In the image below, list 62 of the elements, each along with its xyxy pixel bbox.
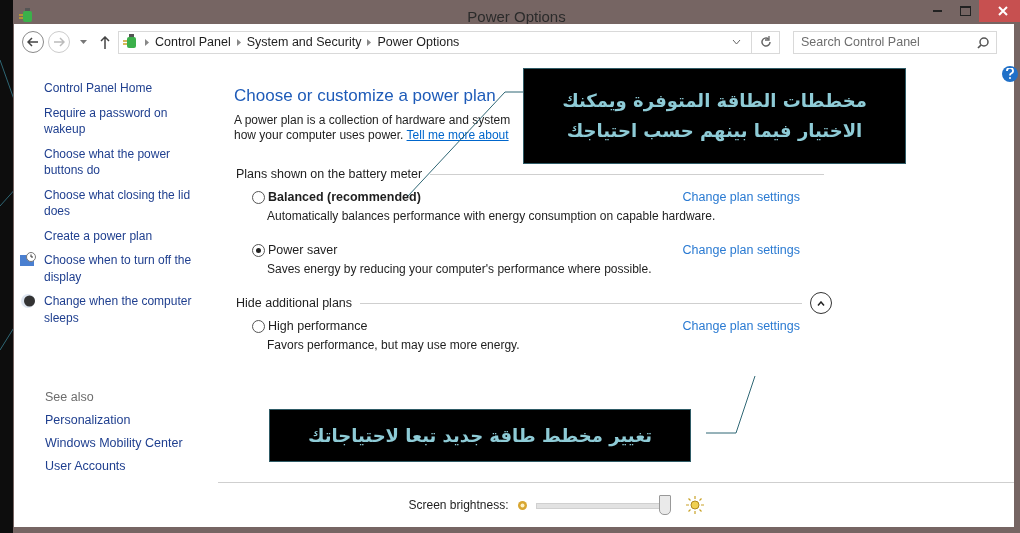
slider-thumb[interactable] (658, 495, 671, 515)
maximize-icon (959, 6, 971, 16)
arrow-left-icon (27, 37, 39, 47)
radio-button[interactable] (252, 319, 265, 333)
search-field[interactable]: Search Control Panel (793, 30, 997, 54)
sidebar-link[interactable]: Change when the computer sleeps (18, 293, 210, 326)
change-plan-settings-link[interactable]: Change plan settings (682, 190, 800, 204)
sidebar-link[interactable]: Require a password on wakeup (18, 104, 210, 138)
minimize-icon (932, 10, 942, 12)
sidebar-link[interactable]: Create a power plan (18, 227, 210, 244)
dim-sun-icon (516, 499, 528, 511)
battery-plug-icon (19, 8, 35, 24)
battery-plug-icon (123, 34, 139, 50)
sidebar-link[interactable]: Choose what closing the lid does (18, 186, 210, 220)
change-plan-settings-link[interactable]: Change plan settings (682, 319, 800, 333)
sidebar-link[interactable]: Choose what the power buttons do (18, 145, 210, 179)
breadcrumb[interactable]: System and Security (246, 35, 362, 49)
refresh-icon (759, 36, 772, 48)
close-icon (997, 6, 1008, 16)
plan-description: Saves energy by reducing your computer's performance where possible. (267, 262, 653, 276)
chevron-up-icon (817, 300, 825, 306)
section-title: Plans shown on the battery meter (236, 167, 423, 181)
bright-sun-icon (685, 496, 704, 514)
see-also-heading: See also (45, 390, 95, 404)
back-button[interactable] (22, 31, 44, 53)
caret-down-icon (79, 40, 87, 44)
close-button[interactable] (979, 0, 1020, 22)
sidebar-link[interactable]: Control Panel Home (18, 80, 210, 97)
plan-name: High performance (268, 319, 369, 333)
arrow-right-icon (53, 37, 65, 47)
collapse-button[interactable] (810, 292, 832, 314)
sidebar-link[interactable]: Choose when to turn off the display (18, 252, 210, 285)
plan-description: Automatically balances performance with energy consumption on capable hardware. (267, 209, 717, 223)
change-plan-settings-link[interactable]: Change plan settings (682, 243, 800, 257)
breadcrumb[interactable]: Control Panel (155, 35, 231, 49)
see-also-link[interactable]: User Accounts (45, 459, 210, 473)
radio-button[interactable] (252, 190, 265, 204)
chevron-right-icon (367, 38, 372, 46)
clock-monitor-icon (19, 252, 37, 268)
page-heading: Choose or customize a power plan (234, 86, 496, 106)
plan-description: Favors performance, but may use more energy. (267, 338, 521, 352)
chevron-right-icon (145, 38, 149, 46)
question-mark-icon (1006, 67, 1014, 79)
breadcrumb[interactable]: Power Options (377, 35, 460, 49)
chevron-down-icon (731, 39, 741, 45)
arrow-up-icon (100, 35, 110, 49)
help-button[interactable] (1002, 66, 1018, 82)
window-title: Power Options (467, 8, 566, 25)
plan-name: Balanced (recommended) (268, 190, 422, 204)
search-icon (977, 36, 989, 49)
leader-line (705, 375, 756, 434)
section-title: Hide additional plans (236, 296, 353, 310)
see-also-link[interactable]: Personalization (45, 413, 210, 427)
chevron-right-icon (236, 38, 241, 46)
moon-icon (20, 293, 36, 309)
address-bar[interactable]: Control Panel System and Security Power Options (118, 30, 780, 54)
annotation-callout: تغيير مخطط طاقة جديد تبعا لاحتياجاتك (269, 409, 691, 462)
radio-button[interactable] (252, 243, 265, 257)
see-also-link[interactable]: Windows Mobility Center (45, 436, 210, 450)
plan-name: Power saver (268, 243, 339, 257)
brightness-label: Screen brightness: (408, 498, 509, 512)
annotation-callout: مخططات الطاقة المتوفرة ويمكنك الاختيار فيما بينهم حسب احتياجك (523, 68, 906, 164)
